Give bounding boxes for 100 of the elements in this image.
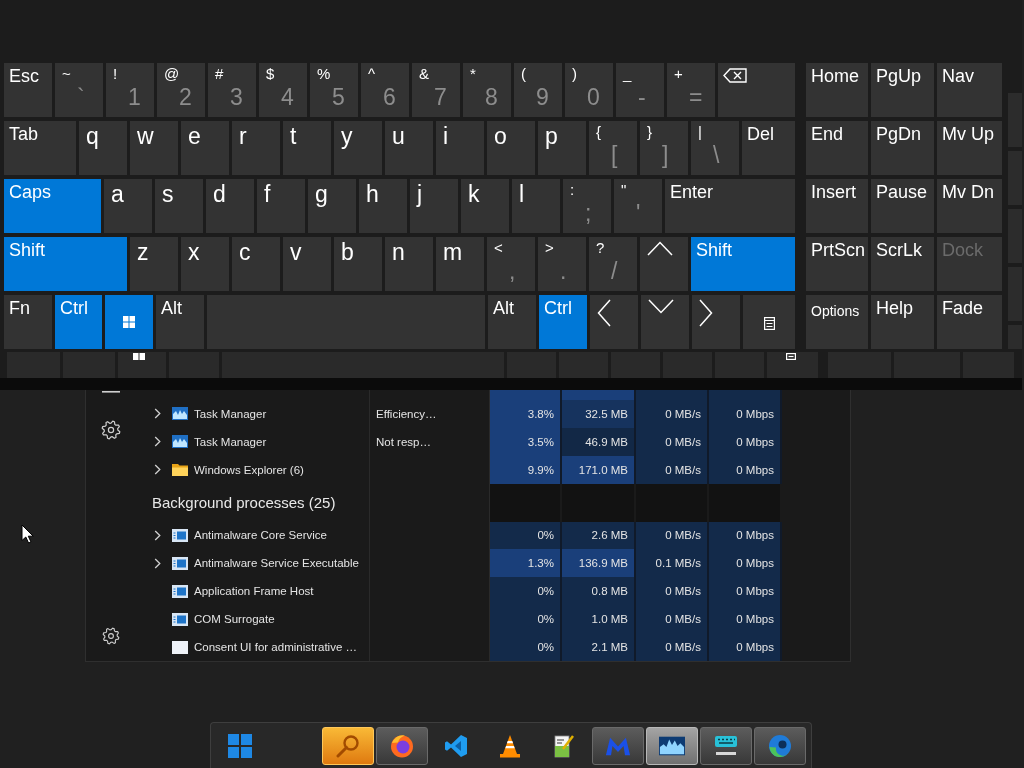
- keyboard-key[interactable]: ^ 6: [361, 63, 409, 117]
- keyboard-key[interactable]: g: [308, 179, 356, 233]
- keyboard-key[interactable]: End: [806, 121, 868, 175]
- keyboard-key[interactable]: i: [436, 121, 484, 175]
- keyboard-key[interactable]: [718, 63, 795, 117]
- keyboard-key[interactable]: Ctrl: [55, 295, 102, 349]
- keyboard-key[interactable]: } ]: [640, 121, 688, 175]
- taskbar-button[interactable]: [376, 726, 428, 765]
- keyboard-key[interactable]: Caps: [4, 179, 101, 233]
- keyboard-key[interactable]: ~ `: [55, 63, 103, 117]
- keyboard-key[interactable]: l: [512, 179, 560, 233]
- keyboard-key[interactable]: d: [206, 179, 254, 233]
- keyboard-key[interactable]: Fn: [4, 295, 52, 349]
- keyboard-key[interactable]: n: [385, 237, 433, 291]
- keyboard-key[interactable]: u: [385, 121, 433, 175]
- keyboard-key[interactable]: e: [181, 121, 229, 175]
- keyboard-key[interactable]: Fade: [937, 295, 1002, 349]
- partial-key: [894, 352, 960, 378]
- keyboard-key[interactable]: Pause: [871, 179, 934, 233]
- shifted-character: &: [419, 66, 429, 81]
- expand-chevron-icon[interactable]: [154, 557, 161, 569]
- keyboard-key[interactable]: Mv Dn: [937, 179, 1002, 233]
- keyboard-key[interactable]: PrtScn: [806, 237, 868, 291]
- keyboard-key[interactable]: " ': [614, 179, 662, 233]
- keyboard-key[interactable]: h: [359, 179, 407, 233]
- keyboard-key[interactable]: ) 0: [565, 63, 613, 117]
- keyboard-key[interactable]: y: [334, 121, 382, 175]
- keyboard-key[interactable]: v: [283, 237, 331, 291]
- keyboard-key[interactable]: a: [104, 179, 152, 233]
- partial-key: [963, 352, 1014, 378]
- keyboard-key[interactable]: o: [487, 121, 535, 175]
- keyboard-key[interactable]: w: [130, 121, 178, 175]
- keyboard-key[interactable]: j: [410, 179, 458, 233]
- keyboard-key[interactable]: Enter: [665, 179, 795, 233]
- keyboard-key[interactable]: Nav: [937, 63, 1002, 117]
- keyboard-key[interactable]: ! 1: [106, 63, 154, 117]
- keyboard-key[interactable]: # 3: [208, 63, 256, 117]
- keyboard-key[interactable]: Options: [806, 295, 868, 349]
- keyboard-key[interactable]: Mv Up: [937, 121, 1002, 175]
- table-cell: 0 Mbps: [709, 455, 782, 484]
- swirl-icon: [767, 733, 793, 758]
- taskbar-button[interactable]: [646, 726, 698, 765]
- expand-chevron-icon[interactable]: [154, 529, 161, 541]
- keyboard-key[interactable]: x: [181, 237, 229, 291]
- keyboard-key[interactable]: _ -: [616, 63, 664, 117]
- keyboard-key[interactable]: Home: [806, 63, 868, 117]
- keyboard-key[interactable]: [743, 295, 795, 349]
- keyboard-key[interactable]: k: [461, 179, 509, 233]
- keyboard-key[interactable]: s: [155, 179, 203, 233]
- keyboard-key[interactable]: Insert: [806, 179, 868, 233]
- process-name: Task Manager: [194, 407, 267, 420]
- keyboard-key[interactable]: z: [130, 237, 178, 291]
- taskbar-button[interactable]: [754, 726, 806, 765]
- process-status: Efficiency…: [376, 407, 437, 420]
- keyboard-key[interactable]: PgUp: [871, 63, 934, 117]
- keyboard-key[interactable]: @ 2: [157, 63, 205, 117]
- keyboard-key[interactable]: f: [257, 179, 305, 233]
- keyboard-key[interactable]: ScrLk: [871, 237, 934, 291]
- keyboard-key[interactable]: Del: [742, 121, 795, 175]
- keyboard-key[interactable]: b: [334, 237, 382, 291]
- keyboard-key[interactable]: Alt: [156, 295, 204, 349]
- cog-icon[interactable]: [100, 420, 121, 440]
- settings-icon[interactable]: [101, 627, 120, 645]
- table-cell: 0 MB/s: [636, 633, 709, 661]
- keyboard-key[interactable]: + =: [667, 63, 715, 117]
- keyboard-key[interactable]: Alt: [488, 295, 536, 349]
- keyboard-key[interactable]: Esc: [4, 63, 52, 117]
- expand-chevron-icon[interactable]: [154, 408, 161, 420]
- expand-chevron-icon[interactable]: [154, 436, 161, 448]
- keyboard-key[interactable]: & 7: [412, 63, 460, 117]
- keyboard-key[interactable]: r: [232, 121, 280, 175]
- keyboard-key[interactable]: Shift: [691, 237, 795, 291]
- keyboard-key[interactable]: ? /: [589, 237, 637, 291]
- keyboard-key[interactable]: Tab: [4, 121, 76, 175]
- partial-menu-icon[interactable]: [101, 391, 120, 394]
- keyboard-key[interactable]: Help: [871, 295, 934, 349]
- table-cell: 3.5%: [490, 427, 562, 456]
- keyboard-key[interactable]: m: [436, 237, 484, 291]
- keyboard-key[interactable]: < ,: [487, 237, 535, 291]
- keyboard-key[interactable]: $ 4: [259, 63, 307, 117]
- keyboard-key[interactable]: { [: [589, 121, 637, 175]
- keyboard-key[interactable]: c: [232, 237, 280, 291]
- expand-chevron-icon[interactable]: [154, 464, 161, 476]
- keyboard-key[interactable]: * 8: [463, 63, 511, 117]
- shifted-character: }: [647, 124, 652, 139]
- keyboard-key[interactable]: % 5: [310, 63, 358, 117]
- keyboard-key[interactable]: > .: [538, 237, 586, 291]
- keyboard-key[interactable]: PgDn: [871, 121, 934, 175]
- keyboard-key[interactable]: q: [79, 121, 127, 175]
- keyboard-key[interactable]: Ctrl: [539, 295, 587, 349]
- keyboard-key[interactable]: : ;: [563, 179, 611, 233]
- taskbar-button[interactable]: [700, 726, 752, 765]
- keyboard-key[interactable]: p: [538, 121, 586, 175]
- traffic-cone-icon: [497, 733, 523, 758]
- keyboard-key[interactable]: t: [283, 121, 331, 175]
- keyboard-key[interactable]: ( 9: [514, 63, 562, 117]
- keyboard-key[interactable]: | \: [691, 121, 739, 175]
- partial-key: [63, 352, 115, 378]
- keyboard-key[interactable]: Shift: [4, 237, 127, 291]
- shifted-character: ^: [368, 66, 376, 81]
